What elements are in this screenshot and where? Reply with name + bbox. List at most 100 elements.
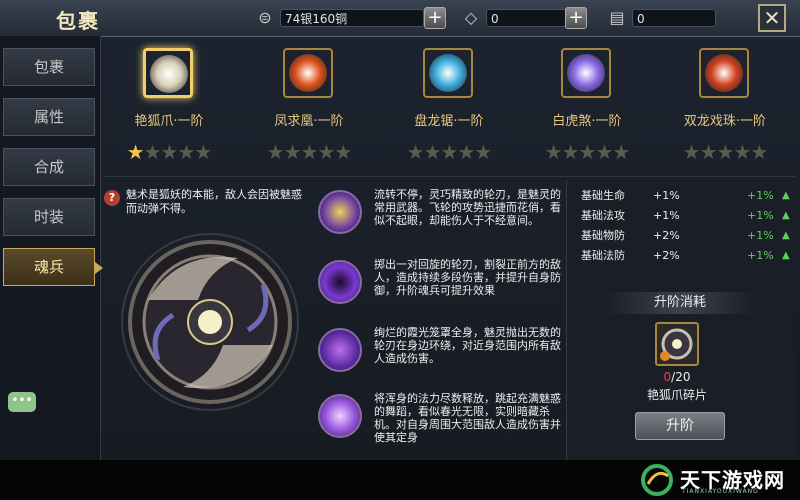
attribute-panel: 基础生命 +1% +1% ▲ 基础法攻 +1% +1% ▲ 基础物防 +2% +… — [566, 180, 797, 460]
weapon-icon — [699, 48, 749, 98]
star-icon: ★ — [612, 140, 630, 164]
close-button[interactable]: ✕ — [758, 4, 786, 32]
tab-attributes[interactable]: 属性 — [3, 98, 95, 136]
skill-item: 流转不停，灵巧精致的轮刃，是魅灵的常用武器。飞轮的攻势迅捷而花俏，看似不起眼，却… — [310, 184, 565, 246]
weapon-icon — [143, 48, 193, 98]
star-rating: ★★★★★ — [254, 140, 364, 164]
star-icon: ★ — [300, 140, 319, 164]
star-icon: ★ — [126, 140, 145, 164]
star-icon: ★ — [266, 140, 285, 164]
fragment-art — [660, 328, 693, 361]
chat-icon[interactable]: ••• — [8, 392, 36, 412]
skill-item: 掷出一对回旋的轮刃，割裂正前方的敌人，造成持续多段伤害，并提升自身防御，升阶魂兵… — [310, 254, 565, 316]
skill-icon[interactable] — [318, 328, 362, 372]
skill-icon[interactable] — [318, 260, 362, 304]
app-window: 包裹 ⊜ 74银160铜 + ◇ 0 + ▤ 0 ✕ 包裹 属性 合成 时装 魂… — [0, 0, 800, 460]
silver-resource: ⊜ 74银160铜 — [254, 8, 424, 28]
divider — [104, 176, 796, 177]
logo-subtitle: TIANXIAYOUXIWANG — [682, 488, 759, 495]
weapon-orb — [289, 54, 327, 92]
tab-soul-weapon[interactable]: 魂兵 — [3, 248, 103, 286]
star-icon: ★ — [283, 140, 302, 164]
add-silver-button[interactable]: + — [424, 7, 446, 29]
fragment-icon[interactable] — [655, 322, 699, 366]
skill-list: 流转不停，灵巧精致的轮刃，是魅灵的常用武器。飞轮的攻势迅捷而花俏，看似不起眼，却… — [310, 184, 565, 454]
attribute-name: 基础物防 — [581, 229, 625, 242]
attribute-name: 基础生命 — [581, 189, 625, 202]
star-icon: ★ — [457, 140, 475, 164]
star-rating: ★★★★★ — [114, 140, 224, 164]
help-icon[interactable]: ? — [104, 190, 120, 206]
fragment-total: /20 — [671, 370, 691, 384]
skill-text: 绚烂的霞光笼罩全身，魅灵抛出无数的轮刃在身边环绕，对近身范围内所有敌人造成伤害。 — [374, 326, 561, 365]
attribute-value: +2% — [653, 229, 680, 242]
attribute-row: 基础法防 +2% +1% ▲ — [567, 246, 797, 266]
upgrade-button[interactable]: 升阶 — [635, 412, 725, 440]
logo-mark-icon — [641, 464, 673, 496]
star-icon: ★ — [317, 140, 335, 164]
weapon-name: 白虎煞·一阶 — [552, 114, 622, 129]
weapon-item[interactable]: 盘龙锯·一阶 ★★★★★ — [384, 40, 514, 172]
attribute-value: +1% — [653, 209, 680, 222]
skill-text: 将浑身的法力尽数释放，跳起充满魅惑的舞蹈，看似春光无限，实则暗藏杀机。对自身周围… — [374, 392, 561, 444]
star-icon: ★ — [160, 140, 179, 164]
star-rating: ★★★★★ — [670, 140, 780, 164]
weapon-name: 凤求凰·一阶 — [274, 114, 344, 129]
star-icon: ★ — [474, 140, 492, 164]
tab-bag[interactable]: 包裹 — [3, 48, 95, 86]
attribute-name: 基础法攻 — [581, 209, 625, 222]
star-icon: ★ — [699, 140, 718, 164]
sidebar: 包裹 属性 合成 时装 魂兵 ••• — [0, 36, 103, 460]
weapon-icon — [561, 48, 611, 98]
weapon-item[interactable]: 白虎煞·一阶 ★★★★★ — [522, 40, 652, 172]
weapon-orb — [150, 55, 188, 93]
attribute-row: 基础物防 +2% +1% ▲ — [567, 226, 797, 246]
arrow-up-icon: ▲ — [782, 230, 790, 241]
tab-synthesis[interactable]: 合成 — [3, 148, 95, 186]
star-icon: ★ — [595, 140, 613, 164]
weapon-list: 艳狐爪·一阶 ★★★★★ 凤求凰·一阶 ★★★★★ 盘龙锯·一阶 ★★★★★ 白… — [104, 40, 796, 172]
skill-icon[interactable] — [318, 394, 362, 438]
skill-item: 绚烂的霞光笼罩全身，魅灵抛出无数的轮刃在身边环绕，对近身范围内所有敌人造成伤害。 — [310, 322, 565, 384]
weapon-orb — [429, 54, 467, 92]
page-title: 包裹 — [56, 9, 100, 33]
description-text: 魅术是狐妖的本能，敌人会因被魅惑而动弹不得。 — [126, 188, 302, 215]
attribute-gain: +1% — [747, 249, 774, 262]
skill-text: 掷出一对回旋的轮刃，割裂正前方的敌人，造成持续多段伤害，并提升自身防御，升阶魂兵… — [374, 258, 561, 297]
tab-fashion[interactable]: 时装 — [3, 198, 95, 236]
attribute-row: 基础法攻 +1% +1% ▲ — [567, 206, 797, 226]
weapon-name: 双龙戏珠·一阶 — [683, 114, 767, 129]
coin-icon: ⊜ — [258, 8, 272, 27]
weapon-item[interactable]: 艳狐爪·一阶 ★★★★★ — [104, 40, 234, 172]
gem-amount: 0 — [486, 9, 570, 27]
attribute-gain: +1% — [747, 229, 774, 242]
star-icon: ★ — [406, 140, 425, 164]
weapon-item[interactable]: 双龙戏珠·一阶 ★★★★★ — [660, 40, 790, 172]
star-icon: ★ — [194, 140, 212, 164]
arrow-up-icon: ▲ — [782, 190, 790, 201]
diamond-icon: ◇ — [464, 8, 478, 27]
star-icon: ★ — [578, 140, 597, 164]
upgrade-cost-header: 升阶消耗 — [605, 292, 755, 314]
gem-resource: ◇ 0 — [460, 8, 570, 28]
add-gem-button[interactable]: + — [565, 7, 587, 29]
star-icon: ★ — [716, 140, 735, 164]
star-icon: ★ — [750, 140, 768, 164]
star-icon: ★ — [143, 140, 162, 164]
silver-amount: 74银160铜 — [280, 9, 424, 27]
card-resource: ▤ 0 — [606, 8, 716, 28]
weapon-item[interactable]: 凤求凰·一阶 ★★★★★ — [244, 40, 374, 172]
star-rating: ★★★★★ — [532, 140, 642, 164]
star-icon: ★ — [423, 140, 442, 164]
top-bar: 包裹 ⊜ 74银160铜 + ◇ 0 + ▤ 0 ✕ — [0, 0, 800, 37]
attribute-gain: +1% — [747, 209, 774, 222]
weapon-artwork — [121, 233, 299, 411]
weapon-name: 盘龙锯·一阶 — [414, 114, 484, 129]
skill-text: 流转不停，灵巧精致的轮刃，是魅灵的常用武器。飞轮的攻势迅捷而花俏，看似不起眼，却… — [374, 188, 561, 227]
attribute-name: 基础法防 — [581, 249, 625, 262]
arrow-up-icon: ▲ — [782, 250, 790, 261]
weapon-icon — [423, 48, 473, 98]
star-icon: ★ — [733, 140, 751, 164]
skill-icon[interactable] — [318, 190, 362, 234]
skill-item: 将浑身的法力尽数释放，跳起充满魅惑的舞蹈，看似春光无限，实则暗藏杀机。对自身周围… — [310, 388, 565, 450]
